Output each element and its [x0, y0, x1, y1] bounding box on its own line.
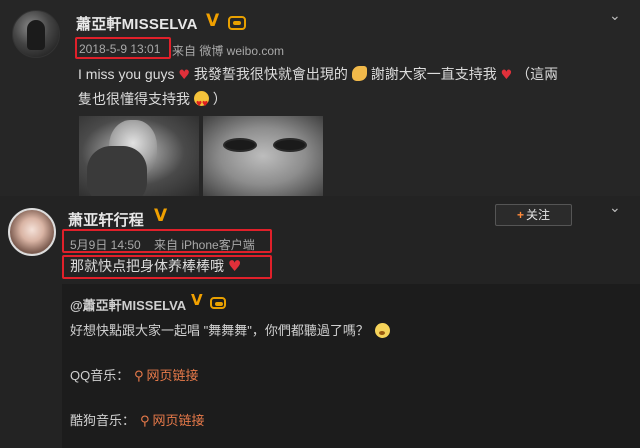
post-text-line1: I miss you guys ♥ 我發誓我很快就會出現的 謝謝大家一直支持我 … [78, 62, 558, 88]
post-text-part: （這兩 [516, 66, 559, 82]
chevron-down-icon[interactable]: ⌄ [609, 200, 621, 216]
link-label: 网页链接 [146, 368, 199, 383]
qq-music-link[interactable]: ⚲ 网页链接 [134, 365, 199, 384]
heart-eyes-emoji-icon [193, 91, 209, 117]
highlight-box-timestamp [62, 229, 272, 253]
kugou-music-link[interactable]: ⚲ 网页链接 [140, 410, 205, 429]
verified-v-icon: V [206, 11, 220, 31]
verified-v-icon: V [191, 291, 203, 309]
photo-detail [273, 138, 307, 152]
author-name[interactable]: 蕭亞軒MISSELVA [76, 13, 198, 34]
post-photo[interactable] [79, 116, 199, 196]
qq-music-label: QQ音乐： [70, 368, 130, 383]
link-icon: ⚲ [140, 414, 150, 429]
post-source: 来自 微博 weibo.com [172, 44, 285, 58]
repost-text: 好想快點跟大家一起唱 "舞舞舞"，你們都聽過了嗎？ [70, 320, 390, 339]
highlight-box-timestamp [75, 37, 171, 59]
link-label: 网页链接 [152, 413, 205, 428]
post-text-part: I miss you guys [78, 66, 175, 82]
highlight-box-text [62, 255, 272, 279]
post-text-line2: 隻也很懂得支持我 ） [78, 87, 227, 117]
heart-icon: ♥ [178, 68, 191, 83]
author-name[interactable]: 萧亚轩行程 [68, 209, 144, 230]
surprised-emoji-icon [374, 323, 390, 338]
heart-icon: ♥ [500, 68, 513, 83]
post-text-part: 隻也很懂得支持我 [78, 91, 190, 107]
kugou-music-label: 酷狗音乐： [70, 413, 136, 428]
post-photo[interactable] [203, 116, 323, 196]
follow-label: 关注 [526, 208, 551, 222]
chevron-down-icon[interactable]: ⌄ [609, 8, 621, 24]
photo-detail [223, 138, 257, 152]
repost-author[interactable]: @蕭亞軒MISSELVA [70, 295, 186, 314]
post-text-part: ） [212, 91, 227, 107]
author-avatar[interactable] [12, 10, 60, 58]
follow-button[interactable]: + 关注 [495, 204, 572, 226]
link-icon: ⚲ [134, 369, 144, 384]
author-avatar[interactable] [8, 208, 56, 256]
muscle-emoji-icon [351, 66, 367, 81]
verified-v-icon: V [154, 206, 168, 226]
post-text-part: 謝謝大家一直支持我 [370, 66, 497, 82]
post-text-part: 我發誓我很快就會出現的 [193, 66, 348, 82]
vip-crown-icon [210, 297, 226, 309]
repost-text-content: 好想快點跟大家一起唱 "舞舞舞"，你們都聽過了嗎？ [70, 323, 369, 338]
vip-crown-icon [228, 16, 246, 30]
